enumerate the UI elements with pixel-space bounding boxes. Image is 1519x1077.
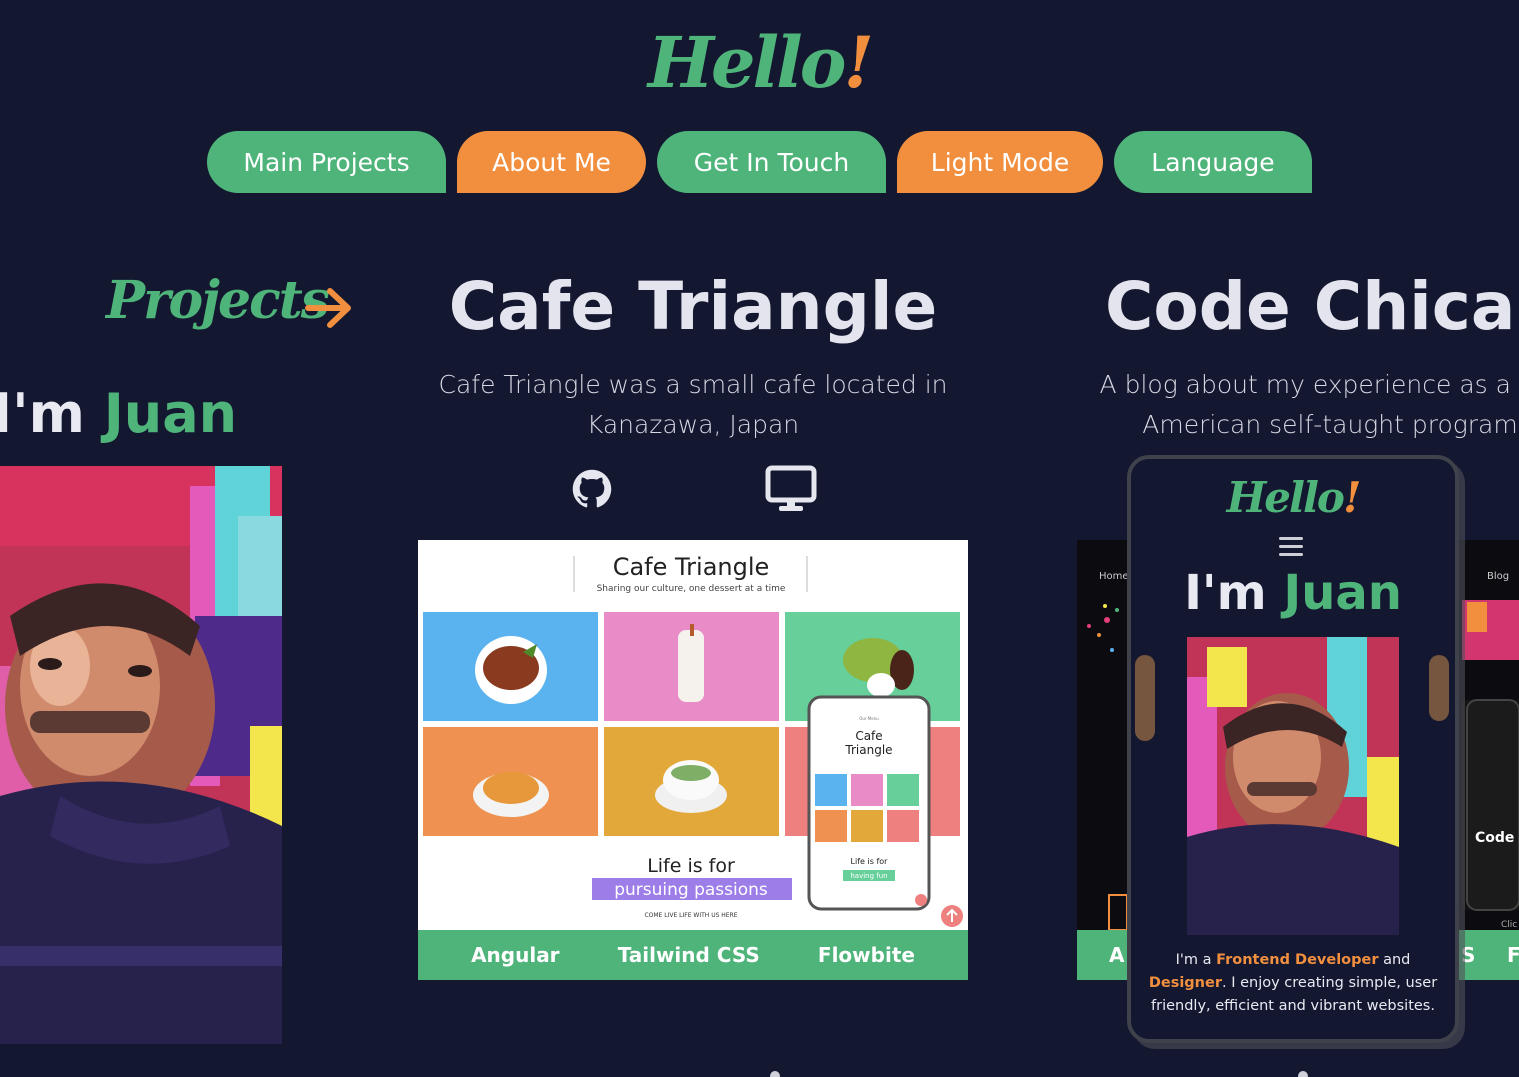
tech-stack-bar: Angular Tailwind CSS Flowbite: [418, 930, 968, 980]
nav-main-projects-button[interactable]: Main Projects: [207, 131, 446, 193]
projects-heading: Projects: [106, 270, 330, 331]
mobile-logo: Hello!: [1226, 473, 1362, 522]
project-title: Cafe Triangle: [448, 268, 938, 345]
preview-code-title: Code C: [1475, 830, 1519, 846]
screenshot-mobile-highlight: having fun: [850, 872, 887, 880]
project-screenshot[interactable]: Cafe Triangle Sharing our culture, one d…: [418, 540, 968, 930]
project-description-2: A blog about my experience as a M Americ…: [1099, 370, 1519, 439]
site-logo[interactable]: Hello!: [0, 18, 1519, 108]
carousel-dot[interactable]: [1298, 1071, 1308, 1077]
screenshot-life-text: Life is for: [647, 855, 735, 877]
screenshot-footer-text: COME LIVE LIFE WITH US HERE: [644, 912, 737, 919]
mobile-preview: Hello! I'm Juan I'm a Frontend Developer…: [1127, 455, 1459, 1043]
preview-home-link: Home: [1099, 571, 1129, 582]
screenshot-mobile-life-text: Life is for: [851, 857, 889, 866]
intro-name-heading: I'm Juan: [0, 382, 238, 445]
tech-tag: Tailwind CSS: [617, 943, 760, 967]
arrow-right-icon: [305, 288, 351, 328]
screenshot-highlight-text: pursuing passions: [614, 880, 768, 900]
screenshot-site-tagline: Sharing our culture, one dessert at a ti…: [597, 584, 786, 594]
monitor-icon[interactable]: [765, 465, 817, 513]
screenshot-mobile-nav: Our Menu: [859, 716, 879, 721]
tech-tag: Flowbite: [817, 943, 915, 967]
project-description: Cafe Triangle was a small cafe located i…: [438, 370, 948, 439]
contact-links-rail: [1429, 655, 1449, 721]
social-links-rail: [1135, 655, 1155, 741]
tech-tag: Angular: [471, 943, 560, 967]
tech-tag-2: S: [1461, 943, 1476, 967]
preview-blog-link: Blog: [1487, 571, 1509, 582]
screenshot-mobile-title-line2: Triangle: [844, 743, 892, 757]
mobile-portrait-image: [1187, 637, 1399, 935]
preview-click-text: Clic: [1501, 920, 1517, 930]
screenshot-site-title: Cafe Triangle: [613, 553, 770, 581]
mobile-name-heading: I'm Juan: [1184, 565, 1402, 621]
mobile-bio: I'm a Frontend Developer and Designer. I…: [1148, 952, 1438, 1014]
github-icon[interactable]: [570, 467, 614, 511]
tech-tag-2: A: [1109, 943, 1125, 967]
portrait-image: [0, 466, 282, 1044]
nav-get-in-touch-button[interactable]: Get In Touch: [657, 131, 886, 193]
tech-tag-2: F: [1507, 943, 1519, 967]
screenshot-mobile-title-line1: Cafe: [855, 729, 882, 743]
project-title-2: Code Chica: [1105, 268, 1516, 345]
nav-light-mode-button[interactable]: Light Mode: [897, 131, 1103, 193]
nav-language-button[interactable]: Language: [1114, 131, 1312, 193]
nav-about-me-button[interactable]: About Me: [457, 131, 646, 193]
hamburger-menu-icon[interactable]: [1279, 537, 1303, 561]
carousel-dot[interactable]: [770, 1071, 780, 1077]
